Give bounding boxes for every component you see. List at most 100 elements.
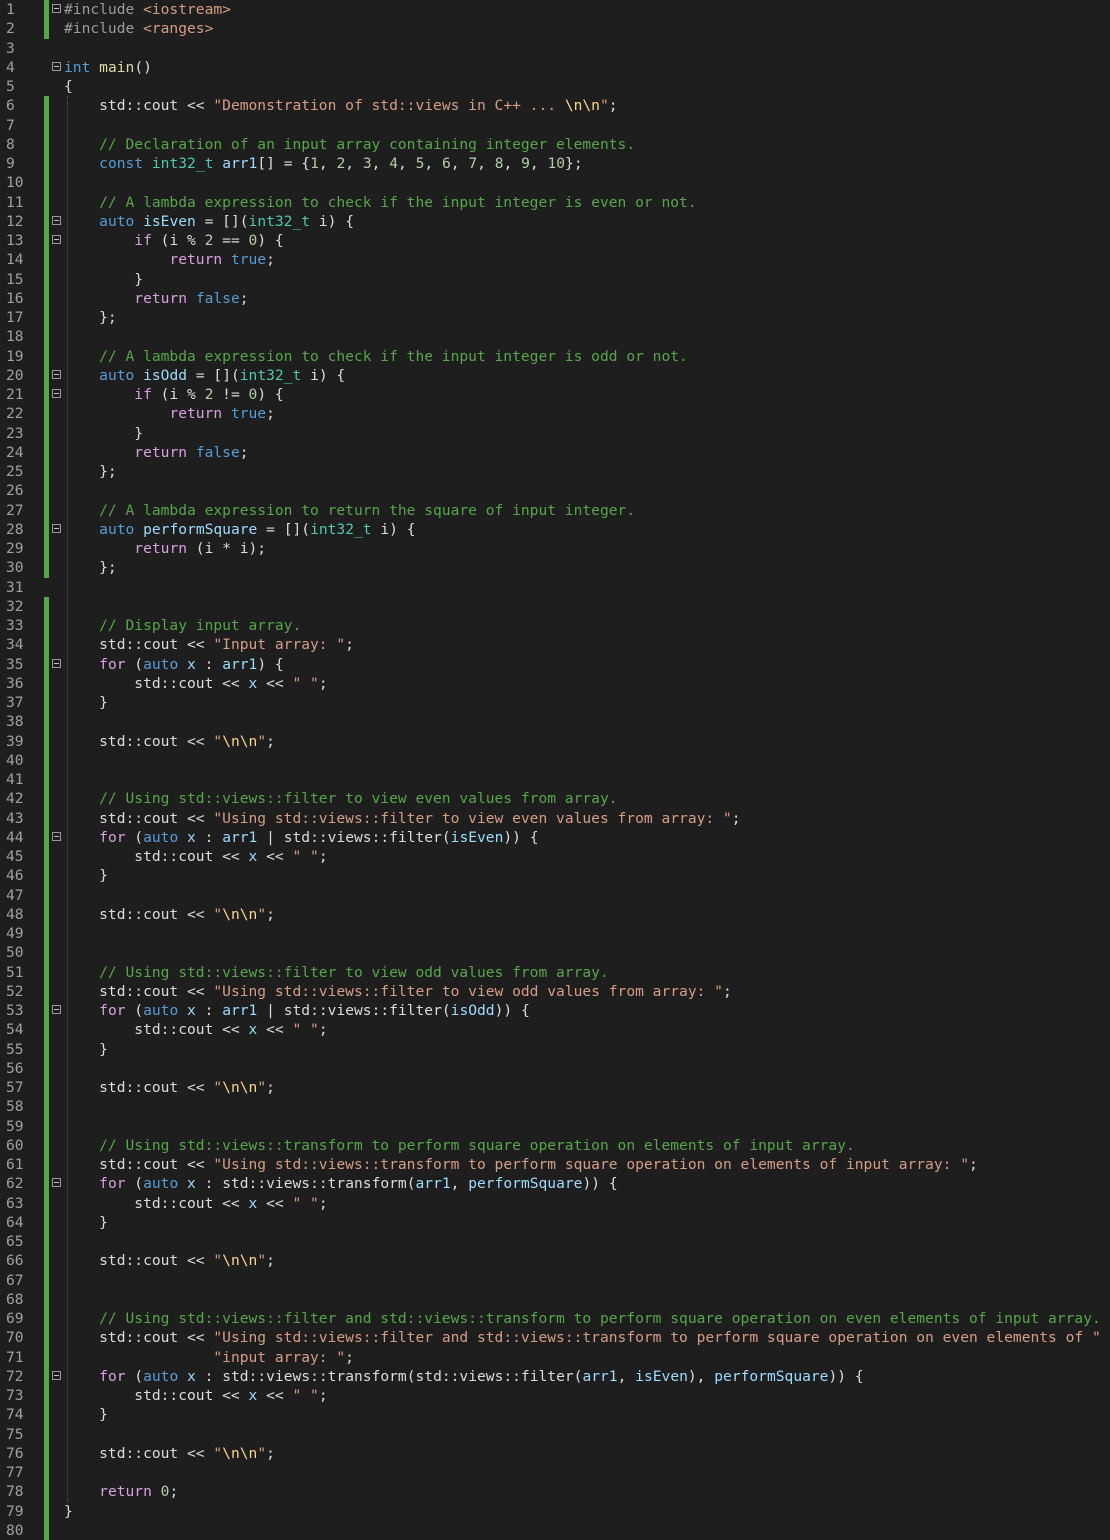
code-line[interactable]: 38 [0,712,1110,732]
code-line[interactable]: 36 std::cout << x << " "; [0,673,1110,693]
code-line[interactable]: 16 return false; [0,288,1110,308]
code-line[interactable]: 62 for (auto x : std::views::transform(a… [0,1174,1110,1194]
code-line[interactable]: 52 std::cout << "Using std::views::filte… [0,981,1110,1001]
code-line[interactable]: 31 [0,578,1110,597]
code-line[interactable]: 61 std::cout << "Using std::views::trans… [0,1155,1110,1175]
code-line[interactable]: 6 std::cout << "Demonstration of std::vi… [0,96,1110,116]
code-line[interactable]: 49 [0,924,1110,944]
code-line[interactable]: 32 [0,596,1110,616]
code-line[interactable]: 48 std::cout << "\n\n"; [0,904,1110,924]
code-line[interactable]: 24 return false; [0,442,1110,462]
code-token: x [248,1387,258,1404]
code-token: ( [125,1367,144,1385]
code-line[interactable]: 43 std::cout << "Using std::views::filte… [0,808,1110,828]
code-line[interactable]: 35 for (auto x : arr1) { [0,654,1110,674]
code-editor[interactable]: 1 #include <iostream> 2 #include <ranges> 3 4… [0,0,1110,1540]
code-line[interactable]: 27 // A lambda expression to return the … [0,500,1110,520]
code-line[interactable]: 73 std::cout << x << " "; [0,1386,1110,1406]
code-line[interactable]: 9 const int32_t arr1[] = {1, 2, 3, 4, 5,… [0,154,1110,174]
code-line[interactable]: 66 std::cout << "\n\n"; [0,1251,1110,1271]
code-line[interactable]: 46 } [0,866,1110,886]
collapse-icon[interactable] [52,1005,61,1014]
code-line[interactable]: 19 // A lambda expression to check if th… [0,346,1110,366]
code-line[interactable]: 53 for (auto x : arr1 | std::views::filt… [0,1001,1110,1021]
collapse-icon[interactable] [52,523,61,533]
code-line[interactable]: 79} [0,1501,1110,1521]
code-line[interactable]: 71 "input array: "; [0,1347,1110,1367]
code-line[interactable]: 63 std::cout << x << " "; [0,1193,1110,1213]
code-token: ; [969,1156,978,1173]
code-line[interactable]: 17 }; [0,308,1110,328]
code-line[interactable]: 10 [0,173,1110,193]
code-line[interactable]: 42 // Using std::views::filter to view e… [0,789,1110,809]
code-line[interactable]: 4 int main() [0,58,1110,77]
collapse-icon[interactable] [52,369,61,379]
code-line[interactable]: 50 [0,943,1110,963]
code-line[interactable]: 14 return true; [0,250,1110,270]
code-line[interactable]: 33 // Display input array. [0,616,1110,636]
code-line[interactable]: 55 } [0,1039,1110,1059]
code-line[interactable]: 12 auto isEven = [](int32_t i) { [0,211,1110,231]
collapse-icon[interactable] [52,389,61,398]
code-line[interactable]: 15 } [0,269,1110,289]
code-line[interactable]: 18 [0,327,1110,347]
code-line[interactable]: 2 #include <ranges> [0,19,1110,39]
code-line[interactable]: 45 std::cout << x << " "; [0,847,1110,867]
collapse-icon[interactable] [52,61,61,71]
code-line[interactable]: 5{ [0,77,1110,96]
code-line[interactable]: 22 return true; [0,404,1110,424]
code-line[interactable]: 75 [0,1424,1110,1444]
code-line[interactable]: 30 }; [0,558,1110,578]
code-token: isOdd [450,1002,495,1019]
code-line[interactable]: 59 [0,1116,1110,1136]
code-line[interactable]: 25 }; [0,462,1110,482]
code-line[interactable]: 58 [0,1097,1110,1117]
code-line[interactable]: 54 std::cout << x << " "; [0,1020,1110,1040]
code-line[interactable]: 68 [0,1289,1110,1309]
code-line[interactable]: 57 std::cout << "\n\n"; [0,1078,1110,1098]
code-line[interactable]: 3 [0,39,1110,58]
code-line[interactable]: 80 [0,1520,1110,1540]
code-token: std::cout << [64,97,214,115]
code-line[interactable]: 40 [0,750,1110,770]
code-line[interactable]: 78 return 0; [0,1482,1110,1502]
code-line[interactable]: 1 #include <iostream> [0,0,1110,20]
code-line[interactable]: 26 [0,481,1110,501]
code-line[interactable]: 23 } [0,423,1110,443]
collapse-icon[interactable] [52,215,61,225]
code-line[interactable]: 60 // Using std::views::transform to per… [0,1135,1110,1155]
code-line[interactable]: 21 if (i % 2 != 0) { [0,385,1110,405]
code-line[interactable]: 67 [0,1270,1110,1290]
collapse-icon[interactable] [52,235,61,244]
code-line[interactable]: 37 } [0,693,1110,713]
code-line[interactable]: 64 } [0,1212,1110,1232]
change-marker [44,1520,49,1540]
code-line[interactable]: 34 std::cout << "Input array: "; [0,635,1110,655]
collapse-icon[interactable] [52,831,61,841]
code-line[interactable]: 7 [0,115,1110,135]
code-line[interactable]: 41 [0,770,1110,790]
code-line[interactable]: 51 // Using std::views::filter to view o… [0,962,1110,982]
code-token: std::cout << [64,982,214,1000]
collapse-icon[interactable] [52,658,61,668]
code-line[interactable]: 20 auto isOdd = [](int32_t i) { [0,365,1110,385]
code-line[interactable]: 28 auto performSquare = [](int32_t i) { [0,519,1110,539]
code-line[interactable]: 74 } [0,1405,1110,1425]
code-line[interactable]: 47 [0,885,1110,905]
code-line[interactable]: 76 std::cout << "\n\n"; [0,1443,1110,1463]
code-line[interactable]: 70 std::cout << "Using std::views::filte… [0,1328,1110,1348]
code-line[interactable]: 69 // Using std::views::filter and std::… [0,1309,1110,1329]
code-line[interactable]: 39 std::cout << "\n\n"; [0,731,1110,751]
code-line[interactable]: 72 for (auto x : std::views::transform(s… [0,1366,1110,1386]
code-line[interactable]: 11 // A lambda expression to check if th… [0,192,1110,212]
code-line[interactable]: 8 // Declaration of an input array conta… [0,134,1110,154]
collapse-icon[interactable] [52,4,61,13]
collapse-icon[interactable] [52,1178,61,1188]
code-line[interactable]: 29 return (i * i); [0,539,1110,559]
collapse-icon[interactable] [52,1370,61,1380]
code-line[interactable]: 44 for (auto x : arr1 | std::views::filt… [0,827,1110,847]
code-line[interactable]: 65 [0,1232,1110,1252]
code-line[interactable]: 77 [0,1463,1110,1483]
code-line[interactable]: 56 [0,1058,1110,1078]
code-line[interactable]: 13 if (i % 2 == 0) { [0,231,1110,251]
